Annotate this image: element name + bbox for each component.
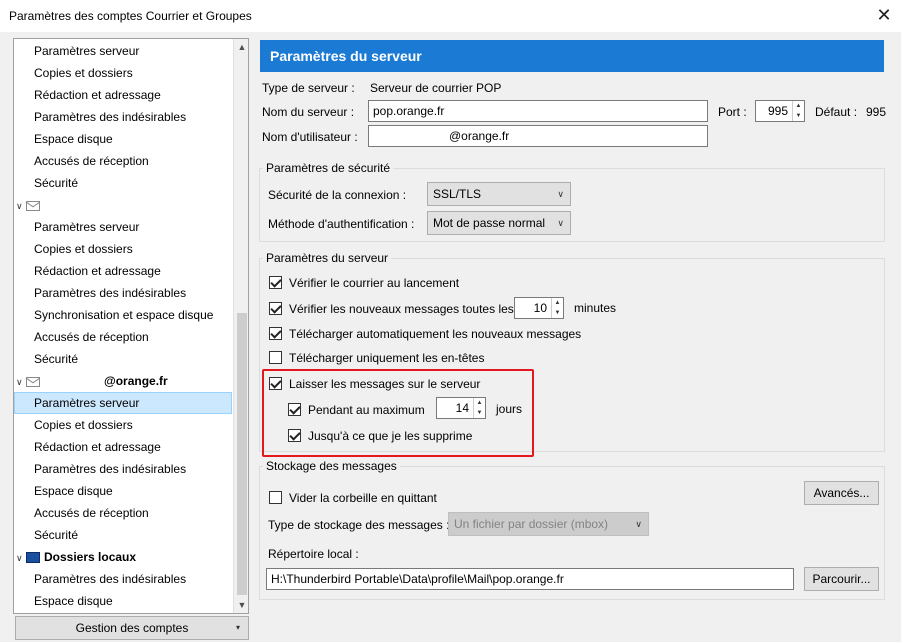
close-icon[interactable]: ✕ — [872, 4, 896, 26]
tree-item[interactable]: Rédaction et adressage — [14, 84, 233, 106]
tree-scrollbar[interactable]: ▲ ▼ — [233, 39, 248, 613]
local-folders-label: Dossiers locaux — [44, 550, 137, 564]
port-value: 995 — [767, 104, 788, 118]
tree-item[interactable]: Synchronisation et espace disque — [14, 304, 233, 326]
tree-item[interactable]: Sécurité — [14, 348, 233, 370]
tree-item[interactable]: Paramètres des indésirables — [14, 458, 233, 480]
title-bar: Paramètres des comptes Courrier et Group… — [0, 0, 901, 32]
manage-accounts-button[interactable]: Gestion des comptes ▾ — [15, 616, 249, 640]
tree-item[interactable]: Espace disque — [14, 480, 233, 502]
tree-item[interactable]: Sécurité — [14, 172, 233, 194]
storage-type-value: Un fichier par dossier (mbox) — [454, 517, 609, 531]
chevron-down-icon[interactable]: ∨ — [16, 547, 26, 569]
chevron-down-icon[interactable]: ∨ — [16, 195, 26, 217]
auth-method-label: Méthode d'authentification : — [268, 217, 415, 231]
server-name-input[interactable]: pop.orange.fr — [368, 100, 708, 122]
tree-item[interactable]: Espace disque — [14, 128, 233, 150]
check-startup-checkbox[interactable]: Vérifier le courrier au lancement — [269, 275, 459, 290]
tree-item[interactable]: Accusés de réception — [14, 502, 233, 524]
chevron-down-icon: ∨ — [557, 218, 564, 228]
dropdown-arrow-icon: ▾ — [235, 623, 240, 632]
checkbox-checked-icon[interactable] — [269, 276, 282, 290]
computer-icon — [26, 552, 40, 564]
tree-item[interactable]: Paramètres des indésirables — [14, 282, 233, 304]
tree-item[interactable]: Paramètres serveur — [14, 40, 233, 62]
headers-only-label: Télécharger uniquement les en-têtes — [289, 350, 485, 365]
tree-item[interactable]: Paramètres des indésirables — [14, 568, 233, 590]
account-name: @orange.fr — [104, 374, 168, 388]
tree-item[interactable]: Paramètres des indésirables — [14, 106, 233, 128]
chevron-down-icon: ∨ — [635, 519, 642, 529]
check-every-label: Vérifier les nouveaux messages toutes le… — [289, 301, 514, 316]
panel-header: Paramètres du serveur — [260, 40, 884, 72]
default-port-label: Défaut : — [815, 105, 858, 119]
server-type-value: Serveur de courrier POP — [370, 81, 502, 95]
tree-item[interactable]: Copies et dossiers — [14, 62, 233, 84]
check-interval-value: 10 — [533, 301, 547, 315]
updown-icon[interactable]: ▲ ▼ — [551, 298, 563, 318]
tree-item[interactable]: Rédaction et adressage — [14, 260, 233, 282]
server-type-label: Type de serveur : — [262, 81, 355, 95]
tree-item[interactable]: Paramètres serveur — [14, 216, 233, 238]
tree-item[interactable]: Espace disque — [14, 590, 233, 612]
tree-item-selected[interactable]: Paramètres serveur — [14, 392, 232, 414]
chevron-down-icon[interactable]: ∨ — [16, 371, 26, 393]
tree-item[interactable]: Accusés de réception — [14, 326, 233, 348]
account-node-2[interactable]: ∨ — [14, 194, 233, 216]
auth-method-value: Mot de passe normal — [433, 216, 546, 230]
storage-type-label: Type de stockage des messages : — [268, 518, 450, 532]
connection-security-select[interactable]: SSL/TLS ∨ — [427, 182, 571, 206]
auto-download-checkbox[interactable]: Télécharger automatiquement les nouveaux… — [269, 326, 581, 341]
server-settings-title: Paramètres du serveur — [263, 251, 392, 265]
headers-only-checkbox[interactable]: Télécharger uniquement les en-têtes — [269, 350, 484, 365]
local-dir-label: Répertoire local : — [268, 547, 359, 561]
browse-button[interactable]: Parcourir... — [804, 567, 879, 591]
empty-trash-checkbox[interactable]: Vider la corbeille en quittant — [269, 490, 437, 505]
server-name-label: Nom du serveur : — [262, 105, 355, 119]
auth-method-select[interactable]: Mot de passe normal ∨ — [427, 211, 571, 235]
storage-type-select[interactable]: Un fichier par dossier (mbox) ∨ — [448, 512, 649, 536]
check-startup-label: Vérifier le courrier au lancement — [289, 275, 460, 290]
empty-trash-label: Vider la corbeille en quittant — [289, 490, 437, 505]
account-node-3[interactable]: ∨ @orange.fr — [14, 370, 233, 392]
checkbox-checked-icon[interactable] — [269, 327, 282, 341]
port-label: Port : — [718, 105, 747, 119]
connection-security-label: Sécurité de la connexion : — [268, 188, 407, 202]
advanced-button[interactable]: Avancés... — [804, 481, 879, 505]
checkbox-checked-icon[interactable] — [269, 302, 282, 316]
checkbox-unchecked-icon[interactable] — [269, 351, 282, 365]
window-title: Paramètres des comptes Courrier et Group… — [9, 9, 252, 23]
envelope-icon — [26, 376, 40, 387]
check-every-checkbox[interactable]: Vérifier les nouveaux messages toutes le… — [269, 301, 514, 316]
checkbox-unchecked-icon[interactable] — [269, 491, 282, 505]
tree-item[interactable]: Rédaction et adressage — [14, 436, 233, 458]
scroll-down-icon[interactable]: ▼ — [234, 597, 248, 613]
username-input[interactable]: @orange.fr — [368, 125, 708, 147]
scroll-up-icon[interactable]: ▲ — [234, 39, 248, 55]
check-interval-stepper[interactable]: 10 ▲ ▼ — [514, 297, 564, 319]
envelope-icon — [26, 200, 40, 211]
updown-icon[interactable]: ▲ ▼ — [792, 101, 804, 121]
local-folders-node[interactable]: ∨ Dossiers locaux — [14, 546, 233, 568]
connection-security-value: SSL/TLS — [433, 187, 482, 201]
scroll-thumb[interactable] — [237, 313, 247, 595]
auto-download-label: Télécharger automatiquement les nouveaux… — [289, 326, 582, 341]
chevron-down-icon: ∨ — [557, 189, 564, 199]
tree-item[interactable]: Copies et dossiers — [14, 238, 233, 260]
security-group-title: Paramètres de sécurité — [263, 161, 394, 175]
highlight-box — [262, 369, 534, 457]
port-stepper[interactable]: 995 ▲ ▼ — [755, 100, 805, 122]
manage-accounts-label: Gestion des comptes — [75, 621, 189, 635]
local-dir-input[interactable]: H:\Thunderbird Portable\Data\profile\Mai… — [266, 568, 794, 590]
username-label: Nom d'utilisateur : — [262, 130, 358, 144]
tree-item[interactable]: Sécurité — [14, 524, 233, 546]
tree-item[interactable]: Accusés de réception — [14, 150, 233, 172]
minutes-label: minutes — [574, 301, 617, 315]
account-tree[interactable]: Paramètres serveur Copies et dossiers Ré… — [13, 38, 249, 614]
default-port-value: 995 — [866, 105, 887, 119]
tree-item[interactable]: Copies et dossiers — [14, 414, 233, 436]
storage-group-title: Stockage des messages — [263, 459, 400, 473]
